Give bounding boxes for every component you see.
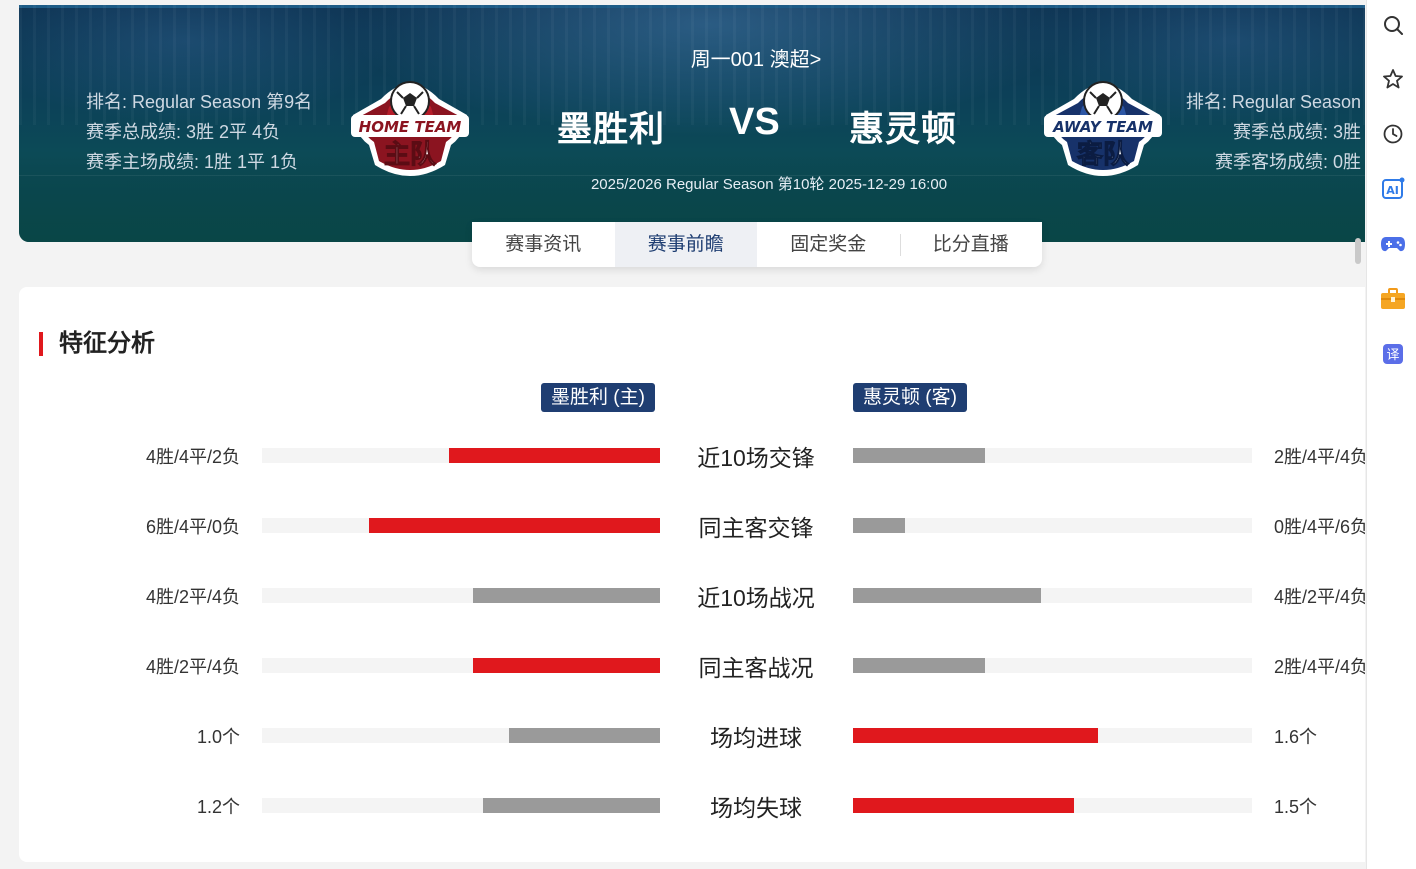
star-icon[interactable] — [1380, 66, 1406, 92]
home-team-badge: HOME TEAM 主队 — [351, 81, 469, 176]
away-season-total: 赛季总成绩: 3胜 — [1232, 122, 1361, 142]
comparison-row: 4胜/4平/2负 近10场交锋 2胜/4平/4负 — [19, 435, 1365, 475]
league-link[interactable]: 周一001 澳超> — [691, 43, 822, 72]
tab-fixed-prize[interactable]: 固定奖金 — [757, 222, 900, 267]
home-bar-track — [262, 588, 660, 603]
home-bar-track — [262, 798, 660, 813]
search-icon[interactable] — [1380, 12, 1406, 38]
home-badge-label: HOME TEAM — [359, 118, 462, 136]
home-rank: 排名: Regular Season 第9名 — [86, 92, 313, 112]
home-team-tag: 墨胜利 (主) — [541, 383, 655, 412]
away-bar-fill — [853, 448, 985, 463]
home-value: 6胜/4平/0负 — [145, 517, 240, 537]
translate-icon[interactable]: 译 — [1380, 341, 1406, 367]
away-value: 1.5个 — [1274, 797, 1318, 817]
away-value: 0胜/4平/6负 — [1274, 517, 1365, 537]
home-bar-fill — [472, 588, 660, 603]
away-bar-track — [853, 658, 1252, 673]
tab-match-preview[interactable]: 赛事前瞻 — [614, 222, 757, 267]
away-bar-track — [853, 728, 1252, 743]
home-badge-text: 主队 — [384, 140, 437, 170]
section-title: 特征分析 — [39, 331, 155, 357]
home-bar-fill — [508, 728, 660, 743]
home-value: 1.0个 — [196, 727, 240, 747]
feature-analysis-card: 特征分析 墨胜利 (主) 惠灵顿 (客) 4胜/4平/2负 近10场交锋 2胜/… — [19, 287, 1365, 862]
home-bar-track — [262, 518, 660, 533]
scrollbar-thumb[interactable] — [1355, 238, 1361, 264]
home-value: 4胜/2平/4负 — [145, 657, 240, 677]
toolbox-icon[interactable] — [1380, 286, 1406, 312]
metric-label: 同主客战况 — [698, 655, 814, 681]
away-rank: 排名: Regular Season — [1185, 92, 1361, 112]
tab-live-score[interactable]: 比分直播 — [899, 222, 1043, 267]
away-bar-track — [853, 518, 1252, 533]
ai-icon-text: AI — [1386, 184, 1399, 197]
home-team-name: 墨胜利 — [557, 110, 666, 149]
comparison-row: 6胜/4平/0负 同主客交锋 0胜/4平/6负 — [19, 505, 1365, 545]
metric-label: 场均失球 — [710, 795, 802, 821]
home-bar-track — [262, 658, 660, 673]
browser-sidebar: AI 译 — [1366, 0, 1416, 869]
metric-label: 同主客交锋 — [698, 515, 814, 541]
home-season-total: 赛季总成绩: 3胜 2平 4负 — [86, 122, 281, 142]
away-season-away: 赛季客场成绩: 0胜 — [1214, 152, 1361, 172]
away-bar-fill — [853, 588, 1041, 603]
away-bar-fill — [853, 798, 1075, 813]
metric-label: 近10场战况 — [697, 585, 815, 611]
home-bar-track — [262, 728, 660, 743]
home-bar-fill — [449, 448, 660, 463]
home-bar-fill — [482, 798, 660, 813]
away-bar-fill — [853, 658, 985, 673]
home-value: 1.2个 — [196, 797, 240, 817]
gamepad-icon[interactable] — [1380, 231, 1406, 257]
away-value: 2胜/4平/4负 — [1274, 657, 1365, 677]
away-bar-fill — [853, 728, 1099, 743]
match-header: 排名: Regular Season 第9名 赛季总成绩: 3胜 2平 4负 赛… — [19, 5, 1365, 242]
match-tabs: 赛事资讯 赛事前瞻 固定奖金 比分直播 — [472, 222, 1042, 267]
away-team-stats: 排名: Regular Season 赛季总成绩: 3胜 赛季客场成绩: 0胜 — [1129, 87, 1361, 177]
metric-label: 场均进球 — [710, 725, 802, 751]
away-value: 2胜/4平/4负 — [1274, 447, 1365, 467]
comparison-row: 1.0个 场均进球 1.6个 — [19, 715, 1365, 755]
home-bar-fill — [369, 518, 660, 533]
home-team-stats: 排名: Regular Season 第9名 赛季总成绩: 3胜 2平 4负 赛… — [86, 87, 312, 177]
away-value: 1.6个 — [1274, 727, 1318, 747]
away-value: 4胜/2平/4负 — [1274, 587, 1365, 607]
away-bar-fill — [853, 518, 905, 533]
translate-icon-text: 译 — [1386, 348, 1399, 363]
versus-label: VS — [729, 101, 780, 143]
away-badge-text: 客队 — [1077, 139, 1130, 170]
home-bar-track — [262, 448, 660, 463]
ai-icon[interactable]: AI — [1380, 176, 1406, 202]
away-bar-track — [853, 448, 1252, 463]
page-viewport: 排名: Regular Season 第9名 赛季总成绩: 3胜 2平 4负 赛… — [0, 0, 1365, 869]
tab-match-news[interactable]: 赛事资讯 — [472, 222, 615, 267]
home-value: 4胜/2平/4负 — [145, 587, 240, 607]
metric-label: 近10场交锋 — [697, 445, 815, 471]
away-bar-track — [853, 798, 1252, 813]
away-team-tag: 惠灵顿 (客) — [853, 383, 967, 412]
comparison-row: 4胜/2平/4负 近10场战况 4胜/2平/4负 — [19, 575, 1365, 615]
comparison-row: 4胜/2平/4负 同主客战况 2胜/4平/4负 — [19, 645, 1365, 685]
history-icon[interactable] — [1380, 121, 1406, 147]
comparison-row: 1.2个 场均失球 1.5个 — [19, 785, 1365, 825]
away-team-name: 惠灵顿 — [849, 110, 958, 149]
away-bar-track — [853, 588, 1252, 603]
home-bar-fill — [472, 658, 660, 673]
home-value: 4胜/4平/2负 — [145, 447, 240, 467]
